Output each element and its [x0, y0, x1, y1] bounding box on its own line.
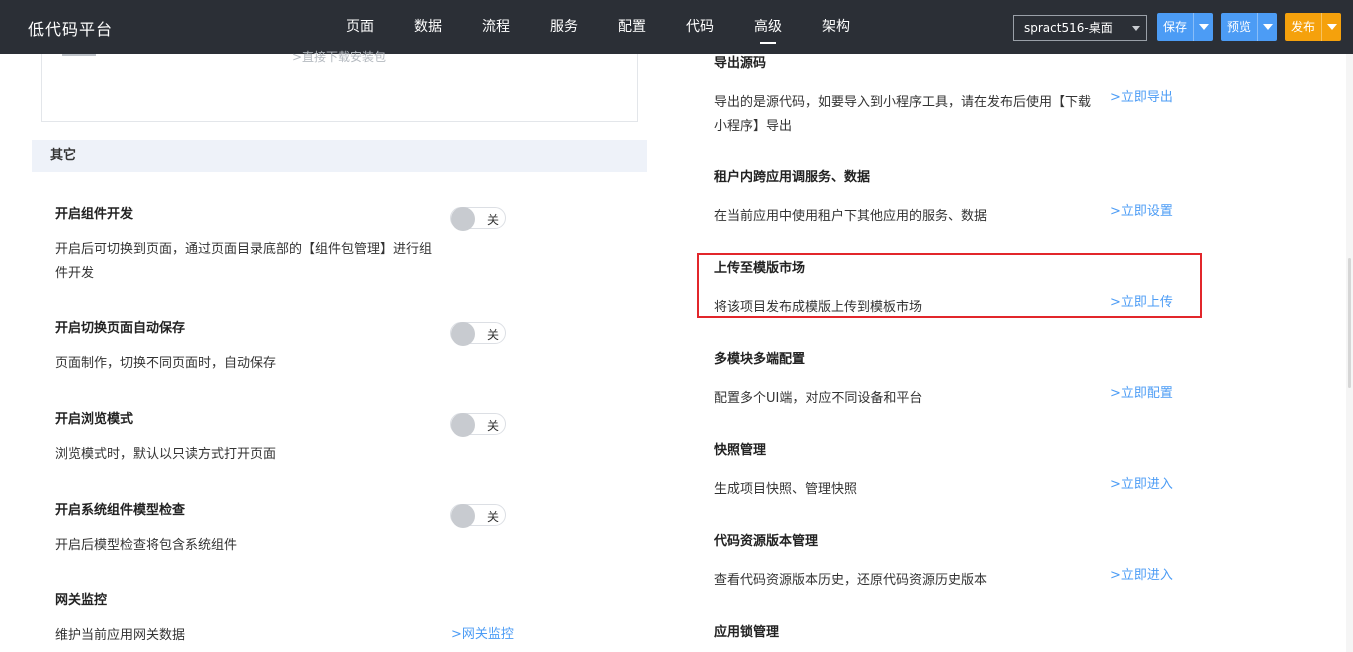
nav-flow[interactable]: 流程: [462, 0, 530, 54]
toggle-knob: [451, 504, 475, 528]
nav-code[interactable]: 代码: [666, 0, 734, 54]
save-split-button: 保存: [1157, 13, 1214, 41]
download-package-link[interactable]: >直接下载安装包: [292, 48, 386, 65]
setting-title: 网关监控: [55, 593, 108, 608]
project-select[interactable]: spract516-桌面: [1013, 15, 1147, 41]
nav-config[interactable]: 配置: [598, 0, 666, 54]
section-title: 多模块多端配置: [714, 352, 806, 367]
section-header-other: 其它: [32, 140, 647, 172]
section-cross-app: 租户内跨应用调服务、数据 在当前应用中使用租户下其他应用的服务、数据: [714, 166, 1174, 229]
main-nav: 页面 数据 流程 服务 配置 代码 高级 架构: [326, 0, 870, 54]
setting-desc: 开启后可切换到页面，通过页面目录底部的【组件包管理】进行组件开发: [55, 242, 433, 281]
preview-button[interactable]: 预览: [1221, 13, 1257, 41]
setup-now-link[interactable]: >立即设置: [1110, 200, 1173, 219]
project-select-value: spract516-桌面: [1024, 21, 1113, 35]
section-export-source: 导出源码 导出的是源代码，如要导入到小程序工具，请在发布后使用【下载小程序】导出: [714, 52, 1174, 139]
section-app-lock: 应用锁管理: [714, 621, 1174, 640]
setting-title: 开启切换页面自动保存: [55, 321, 186, 336]
browse-mode-toggle[interactable]: 关: [450, 413, 506, 437]
setting-gateway-monitor: 网关监控 维护当前应用网关数据: [55, 589, 455, 648]
section-snapshot: 快照管理 生成项目快照、管理快照: [714, 439, 1174, 502]
nav-service[interactable]: 服务: [530, 0, 598, 54]
toggle-label: 关: [486, 328, 499, 342]
toggle-label: 关: [486, 213, 499, 227]
scrollbar-thumb[interactable]: [1348, 258, 1351, 388]
toggle-knob: [451, 207, 475, 231]
section-title: 应用锁管理: [714, 625, 780, 640]
publish-split-button: 发布: [1285, 13, 1342, 41]
nav-architecture[interactable]: 架构: [802, 0, 870, 54]
setting-title: 开启组件开发: [55, 207, 134, 222]
section-code-version: 代码资源版本管理 查看代码资源版本历史，还原代码资源历史版本: [714, 530, 1174, 593]
section-title: 快照管理: [714, 443, 767, 458]
section-desc: 生成项目快照、管理快照: [714, 482, 858, 497]
section-title: 上传至模版市场: [714, 261, 806, 276]
setting-title: 开启浏览模式: [55, 412, 134, 427]
section-multi-module: 多模块多端配置 配置多个UI端，对应不同设备和平台: [714, 348, 1174, 411]
preview-split-button: 预览: [1221, 13, 1278, 41]
toggle-label: 关: [486, 510, 499, 524]
setting-title: 开启系统组件模型检查: [55, 503, 186, 518]
code-version-enter-link[interactable]: >立即进入: [1110, 564, 1173, 583]
toggle-knob: [451, 413, 475, 437]
export-now-link[interactable]: >立即导出: [1110, 86, 1173, 105]
section-title: 导出源码: [714, 56, 767, 71]
configure-now-link[interactable]: >立即配置: [1110, 382, 1173, 401]
top-bar: 低代码平台 页面 数据 流程 服务 配置 代码 高级 架构 spract516-…: [0, 0, 1353, 54]
section-title: 租户内跨应用调服务、数据: [714, 170, 871, 185]
model-check-toggle[interactable]: 关: [450, 504, 506, 528]
setting-desc: 开启后模型检查将包含系统组件: [55, 538, 238, 553]
section-desc: 导出的是源代码，如要导入到小程序工具，请在发布后使用【下载小程序】导出: [714, 95, 1092, 134]
component-dev-toggle[interactable]: 关: [450, 207, 506, 231]
section-desc: 配置多个UI端，对应不同设备和平台: [714, 391, 923, 406]
preview-dropdown-icon[interactable]: [1257, 13, 1277, 41]
nav-page[interactable]: 页面: [326, 0, 394, 54]
section-desc: 将该项目发布成模版上传到模板市场: [714, 300, 923, 315]
publish-button[interactable]: 发布: [1285, 13, 1321, 41]
gateway-monitor-link[interactable]: >网关监控: [451, 623, 514, 642]
chevron-down-icon: [1132, 26, 1140, 31]
setting-desc: 浏览模式时，默认以只读方式打开页面: [55, 447, 277, 462]
setting-browse-mode: 开启浏览模式 浏览模式时，默认以只读方式打开页面: [55, 408, 455, 467]
autosave-toggle[interactable]: 关: [450, 322, 506, 346]
section-title: 代码资源版本管理: [714, 534, 819, 549]
toggle-knob: [451, 322, 475, 346]
package-icon: [62, 54, 96, 56]
setting-desc: 维护当前应用网关数据: [55, 628, 186, 643]
app-title: 低代码平台: [28, 20, 114, 39]
section-desc: 查看代码资源版本历史，还原代码资源历史版本: [714, 573, 988, 588]
setting-desc: 页面制作，切换不同页面时，自动保存: [55, 356, 277, 371]
toggle-label: 关: [486, 419, 499, 433]
publish-dropdown-icon[interactable]: [1321, 13, 1341, 41]
save-button[interactable]: 保存: [1157, 13, 1193, 41]
section-desc: 在当前应用中使用租户下其他应用的服务、数据: [714, 209, 988, 224]
nav-advanced[interactable]: 高级: [734, 0, 802, 54]
setting-model-check: 开启系统组件模型检查 开启后模型检查将包含系统组件: [55, 499, 455, 558]
upload-now-link[interactable]: >立即上传: [1110, 291, 1173, 310]
section-upload-template: 上传至模版市场 将该项目发布成模版上传到模板市场: [714, 257, 1174, 320]
snapshot-enter-link[interactable]: >立即进入: [1110, 473, 1173, 492]
setting-autosave: 开启切换页面自动保存 页面制作，切换不同页面时，自动保存: [55, 317, 455, 376]
download-card: >直接下载安装包: [41, 50, 638, 122]
nav-data[interactable]: 数据: [394, 0, 462, 54]
save-dropdown-icon[interactable]: [1193, 13, 1213, 41]
setting-component-dev: 开启组件开发 开启后可切换到页面，通过页面目录底部的【组件包管理】进行组件开发: [55, 203, 455, 286]
